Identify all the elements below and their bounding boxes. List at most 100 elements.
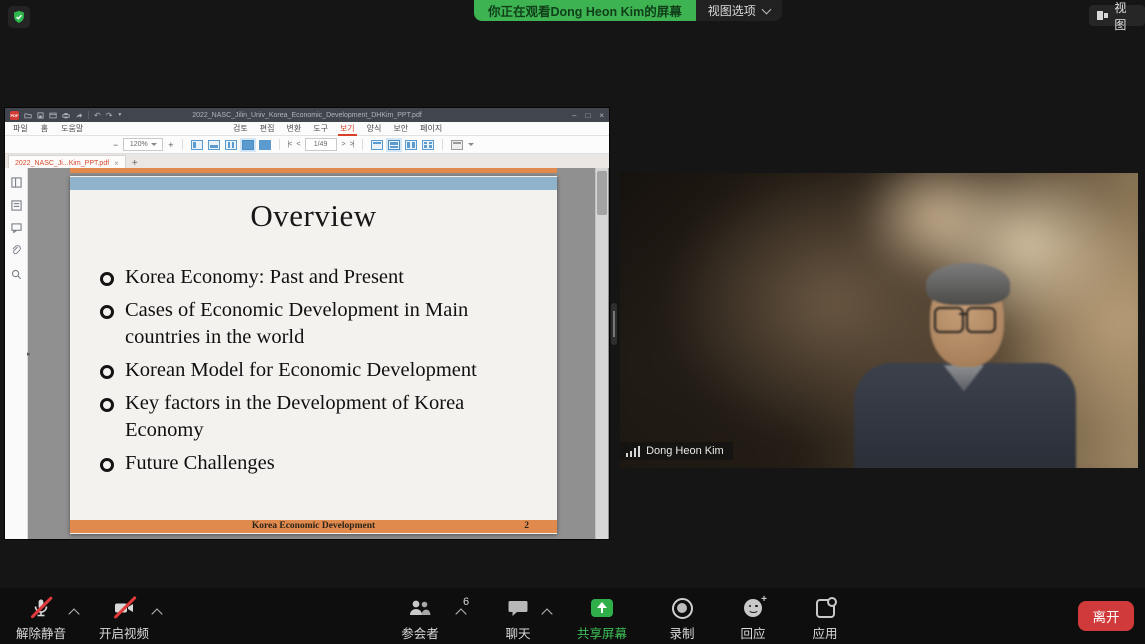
sidebar-collapse-arrow[interactable]: ▸: [27, 350, 31, 358]
two-page-layout-icon[interactable]: [405, 140, 417, 150]
first-page-button[interactable]: |<: [288, 141, 292, 148]
apps-button[interactable]: 应用: [780, 596, 870, 642]
attachments-panel-icon[interactable]: [11, 245, 22, 257]
menu-file[interactable]: 파일: [13, 123, 28, 134]
menu-view-active[interactable]: 보기: [340, 123, 355, 134]
redo-icon[interactable]: ↷: [106, 111, 113, 120]
menu-convert[interactable]: 변환: [286, 123, 301, 134]
toolbar-separator: [182, 139, 183, 150]
menu-review[interactable]: 검토: [233, 123, 248, 134]
slide-header-bar: [70, 177, 557, 190]
bookmarks-panel-icon[interactable]: [11, 200, 22, 211]
participants-button[interactable]: 6 参会者: [375, 596, 465, 642]
one-page-layout-icon[interactable]: [371, 140, 383, 150]
view-button[interactable]: 视图: [1089, 5, 1145, 26]
zoom-out-button[interactable]: −: [113, 140, 118, 150]
bullet-item: Key factors in the Development of Korea …: [100, 390, 510, 444]
continuous-layout-icon[interactable]: [388, 140, 400, 150]
pdf-menubar: 파일 홈 도움말 검토 편집 변환 도구 보기 양식 보안 페이지: [5, 122, 609, 136]
undo-icon[interactable]: ↶: [94, 111, 101, 120]
zoom-level-select[interactable]: 120%: [123, 138, 163, 151]
open-folder-icon[interactable]: [24, 112, 32, 119]
bullet-text: Key factors in the Development of Korea …: [125, 390, 510, 444]
fit-page-view-icon[interactable]: [242, 140, 254, 150]
close-icon[interactable]: ×: [599, 111, 604, 120]
slide-page-number: 2: [524, 521, 529, 531]
bullet-marker: [100, 365, 114, 379]
participants-chevron[interactable]: [455, 608, 466, 619]
shared-pdf-window: PDF ↶ ↷ ▼ 2022_NASC_Jilin_Univ_Korea_Eco…: [5, 108, 609, 539]
share-screen-button[interactable]: 共享屏幕: [557, 596, 647, 642]
fit-width-view-icon[interactable]: [208, 140, 220, 150]
chat-label: 聊天: [505, 623, 530, 642]
pane-drag-handle[interactable]: [611, 303, 617, 345]
comments-panel-icon[interactable]: [11, 223, 22, 233]
unmute-button[interactable]: 解除静音: [0, 596, 86, 642]
full-width-view-icon[interactable]: [259, 140, 271, 150]
reactions-smiley-icon: +: [744, 596, 762, 620]
print-icon[interactable]: [62, 112, 70, 119]
view-options-label: 视图选项: [708, 2, 756, 19]
audio-options-chevron[interactable]: [68, 608, 79, 619]
scrollbar-thumb[interactable]: [597, 171, 607, 215]
grid-layout-icon[interactable]: [422, 140, 434, 150]
leave-button[interactable]: 离开: [1078, 601, 1134, 631]
glasses-right-lens: [966, 307, 996, 333]
video-options-chevron[interactable]: [151, 608, 162, 619]
view-options-dropdown[interactable]: 视图选项: [696, 0, 782, 21]
security-button[interactable]: [8, 6, 30, 28]
menu-page[interactable]: 페이지: [420, 123, 442, 134]
quick-access-toolbar: ↶ ↷ ▼: [24, 111, 122, 120]
tab-close-icon[interactable]: ×: [114, 159, 119, 168]
prev-page-button[interactable]: <: [296, 141, 299, 148]
continuous-view-icon[interactable]: [225, 140, 237, 150]
bullet-item: Korean Model for Economic Development: [100, 357, 510, 384]
menu-tools[interactable]: 도구: [313, 123, 328, 134]
layout-view-icon: [1097, 11, 1108, 20]
start-video-button[interactable]: 开启视频: [79, 596, 169, 642]
bullet-item: Cases of Economic Development in Main co…: [100, 297, 510, 351]
zoom-meeting-window: 你正在观看Dong Heon Kim的屏幕 视图选项 视图 PDF ↶ ↷ ▼ …: [0, 0, 1145, 644]
participant-video-feed: Dong Heon Kim: [620, 173, 1138, 468]
last-page-button[interactable]: >|: [350, 141, 354, 148]
menu-edit[interactable]: 편집: [260, 123, 275, 134]
apps-icon: [816, 596, 835, 620]
menu-security[interactable]: 보안: [393, 123, 408, 134]
document-scrollbar[interactable]: [595, 168, 608, 539]
window-controls: – □ ×: [572, 111, 604, 120]
pdf-app-icon: PDF: [10, 111, 19, 120]
glasses-bridge: [959, 313, 967, 315]
zoom-in-button[interactable]: +: [168, 140, 173, 150]
chat-chevron[interactable]: [541, 608, 552, 619]
thumbnails-panel-icon[interactable]: [11, 177, 22, 188]
qat-more-icon[interactable]: ▼: [117, 112, 122, 118]
watching-banner: 你正在观看Dong Heon Kim的屏幕: [474, 0, 696, 21]
save-icon[interactable]: [37, 112, 44, 119]
share-arrow-icon[interactable]: [75, 112, 83, 119]
share-screen-label: 共享屏幕: [577, 623, 627, 642]
menu-help[interactable]: 도움말: [61, 123, 83, 134]
menu-home[interactable]: 홈: [41, 123, 48, 134]
menu-forms[interactable]: 양식: [367, 123, 382, 134]
share-screen-icon: [591, 596, 613, 620]
document-tab-label: 2022_NASC_Ji...Kim_PPT.pdf: [15, 160, 109, 167]
slide-footer-text: Korea Economic Development: [70, 521, 557, 531]
microphone-muted-icon: [30, 596, 52, 620]
page-indicator-input[interactable]: 1/49: [305, 138, 337, 151]
bullet-marker: [100, 305, 114, 319]
slide-title: Overview: [70, 198, 557, 234]
search-panel-icon[interactable]: [11, 269, 22, 280]
shield-check-icon: [12, 10, 26, 24]
bullet-item: Korea Economy: Past and Present: [100, 264, 510, 291]
slide-bullet-list: Korea Economy: Past and Present Cases of…: [100, 264, 510, 483]
next-page-button[interactable]: >: [342, 141, 345, 148]
toolbar-separator: [442, 139, 443, 150]
minimize-icon[interactable]: –: [572, 111, 576, 120]
window-icon[interactable]: [49, 112, 57, 119]
display-options-caret-icon[interactable]: [468, 143, 474, 146]
chat-button[interactable]: 聊天: [473, 596, 563, 642]
page-display-options-icon[interactable]: [451, 140, 463, 150]
participant-name: Dong Heon Kim: [646, 445, 724, 457]
maximize-icon[interactable]: □: [585, 111, 590, 120]
single-page-view-icon[interactable]: [191, 140, 203, 150]
